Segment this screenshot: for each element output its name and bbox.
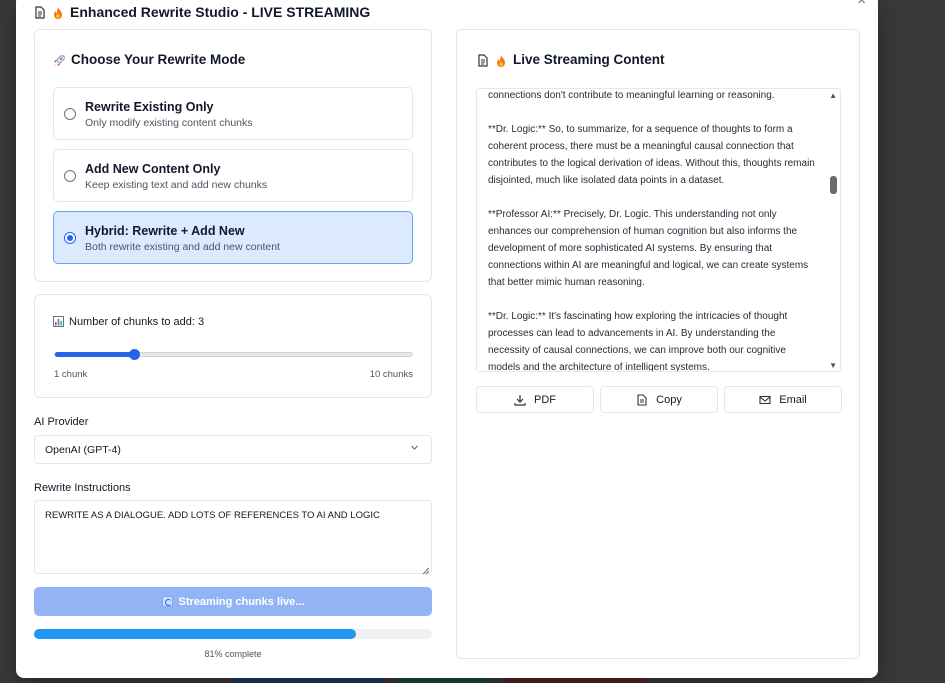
copy-button-label: Copy — [656, 393, 682, 406]
streaming-button[interactable]: Streaming chunks live... — [34, 587, 432, 616]
progress-fill — [34, 629, 357, 639]
document-icon — [34, 6, 46, 19]
close-button[interactable]: × — [857, 0, 866, 8]
document-icon — [477, 53, 489, 67]
chunks-count-label: Number of chunks to add: 3 — [69, 316, 205, 328]
copy-button[interactable]: Copy — [600, 386, 718, 413]
chunks-slider[interactable] — [54, 349, 413, 360]
content-paragraph: connections don't contribute to meaningf… — [488, 90, 775, 101]
slider-fill — [55, 352, 135, 357]
content-paragraph: **Professor AI:** Precisely, Dr. Logic. … — [488, 209, 809, 288]
content-paragraph: **Dr. Logic:** So, to summarize, for a s… — [488, 124, 815, 186]
chunks-panel: Number of chunks to add: 3 1 chunk 10 ch… — [34, 294, 432, 398]
option-description: Both rewrite existing and add new conten… — [85, 241, 280, 253]
option-label: Add New Content Only — [85, 162, 221, 176]
slider-min-label: 1 chunk — [54, 369, 88, 380]
radio-hybrid[interactable] — [64, 232, 76, 244]
scroll-up-icon[interactable]: ▲ — [829, 91, 837, 100]
resize-handle-icon[interactable] — [421, 562, 430, 575]
option-label: Hybrid: Rewrite + Add New — [85, 224, 245, 238]
live-streaming-panel: Live Streaming Content connections don't… — [456, 29, 860, 659]
mode-option-hybrid[interactable]: Hybrid: Rewrite + Add New Both rewrite e… — [53, 211, 413, 264]
rocket-icon — [53, 54, 65, 66]
email-button-label: Email — [779, 393, 807, 406]
mail-icon — [759, 394, 771, 406]
live-streaming-heading: Live Streaming Content — [513, 52, 665, 67]
rewrite-instructions-label: Rewrite Instructions — [34, 482, 131, 494]
radio-rewrite-existing[interactable] — [64, 108, 76, 120]
chunks-label: Number of chunks to add: 3 — [53, 316, 204, 328]
option-label: Rewrite Existing Only — [85, 100, 214, 114]
rewrite-instructions-input[interactable]: REWRITE AS A DIALOGUE. ADD LOTS OF REFER… — [34, 500, 432, 574]
rewrite-mode-panel: Choose Your Rewrite Mode Rewrite Existin… — [34, 29, 432, 282]
rewrite-mode-heading: Choose Your Rewrite Mode — [71, 52, 246, 67]
mode-option-add-new[interactable]: Add New Content Only Keep existing text … — [53, 149, 413, 202]
fire-icon — [52, 6, 64, 19]
rewrite-studio-modal: Enhanced Rewrite Studio - LIVE STREAMING… — [16, 0, 878, 678]
ai-provider-select[interactable]: OpenAI (GPT-4) — [34, 435, 432, 464]
radio-add-new[interactable] — [64, 170, 76, 182]
streaming-content-text: connections don't contribute to meaningf… — [488, 89, 818, 372]
streaming-content-area[interactable]: connections don't contribute to meaningf… — [476, 88, 841, 372]
progress-bar — [34, 629, 432, 639]
pdf-button-label: PDF — [534, 393, 556, 406]
slider-max-label: 10 chunks — [369, 369, 413, 380]
ai-provider-value: OpenAI (GPT-4) — [45, 444, 121, 456]
email-button[interactable]: Email — [724, 386, 842, 413]
modal-header: Enhanced Rewrite Studio - LIVE STREAMING — [34, 2, 370, 22]
content-paragraph: **Dr. Logic:** It's fascinating how expl… — [488, 311, 788, 372]
scroll-down-icon[interactable]: ▼ — [829, 361, 837, 370]
content-scrollbar[interactable]: ▲ ▼ — [826, 89, 840, 371]
modal-title: Enhanced Rewrite Studio - LIVE STREAMING — [70, 4, 371, 20]
mode-option-rewrite-existing[interactable]: Rewrite Existing Only Only modify existi… — [53, 87, 413, 140]
slider-thumb[interactable] — [129, 349, 141, 360]
option-description: Only modify existing content chunks — [85, 117, 253, 129]
scrollbar-thumb[interactable] — [830, 176, 837, 194]
refresh-icon — [161, 596, 173, 607]
rewrite-mode-title: Choose Your Rewrite Mode — [53, 52, 245, 67]
fire-icon — [495, 54, 507, 67]
option-description: Keep existing text and add new chunks — [85, 179, 268, 191]
copy-icon — [636, 393, 648, 406]
pdf-button[interactable]: PDF — [476, 386, 594, 413]
bar-chart-icon — [53, 316, 65, 328]
download-icon — [514, 394, 526, 406]
streaming-button-label: Streaming chunks live... — [178, 595, 305, 608]
chevron-down-icon — [410, 443, 419, 455]
live-streaming-title: Live Streaming Content — [477, 52, 665, 67]
progress-text: 81% complete — [204, 649, 262, 659]
ai-provider-label: AI Provider — [34, 416, 89, 428]
